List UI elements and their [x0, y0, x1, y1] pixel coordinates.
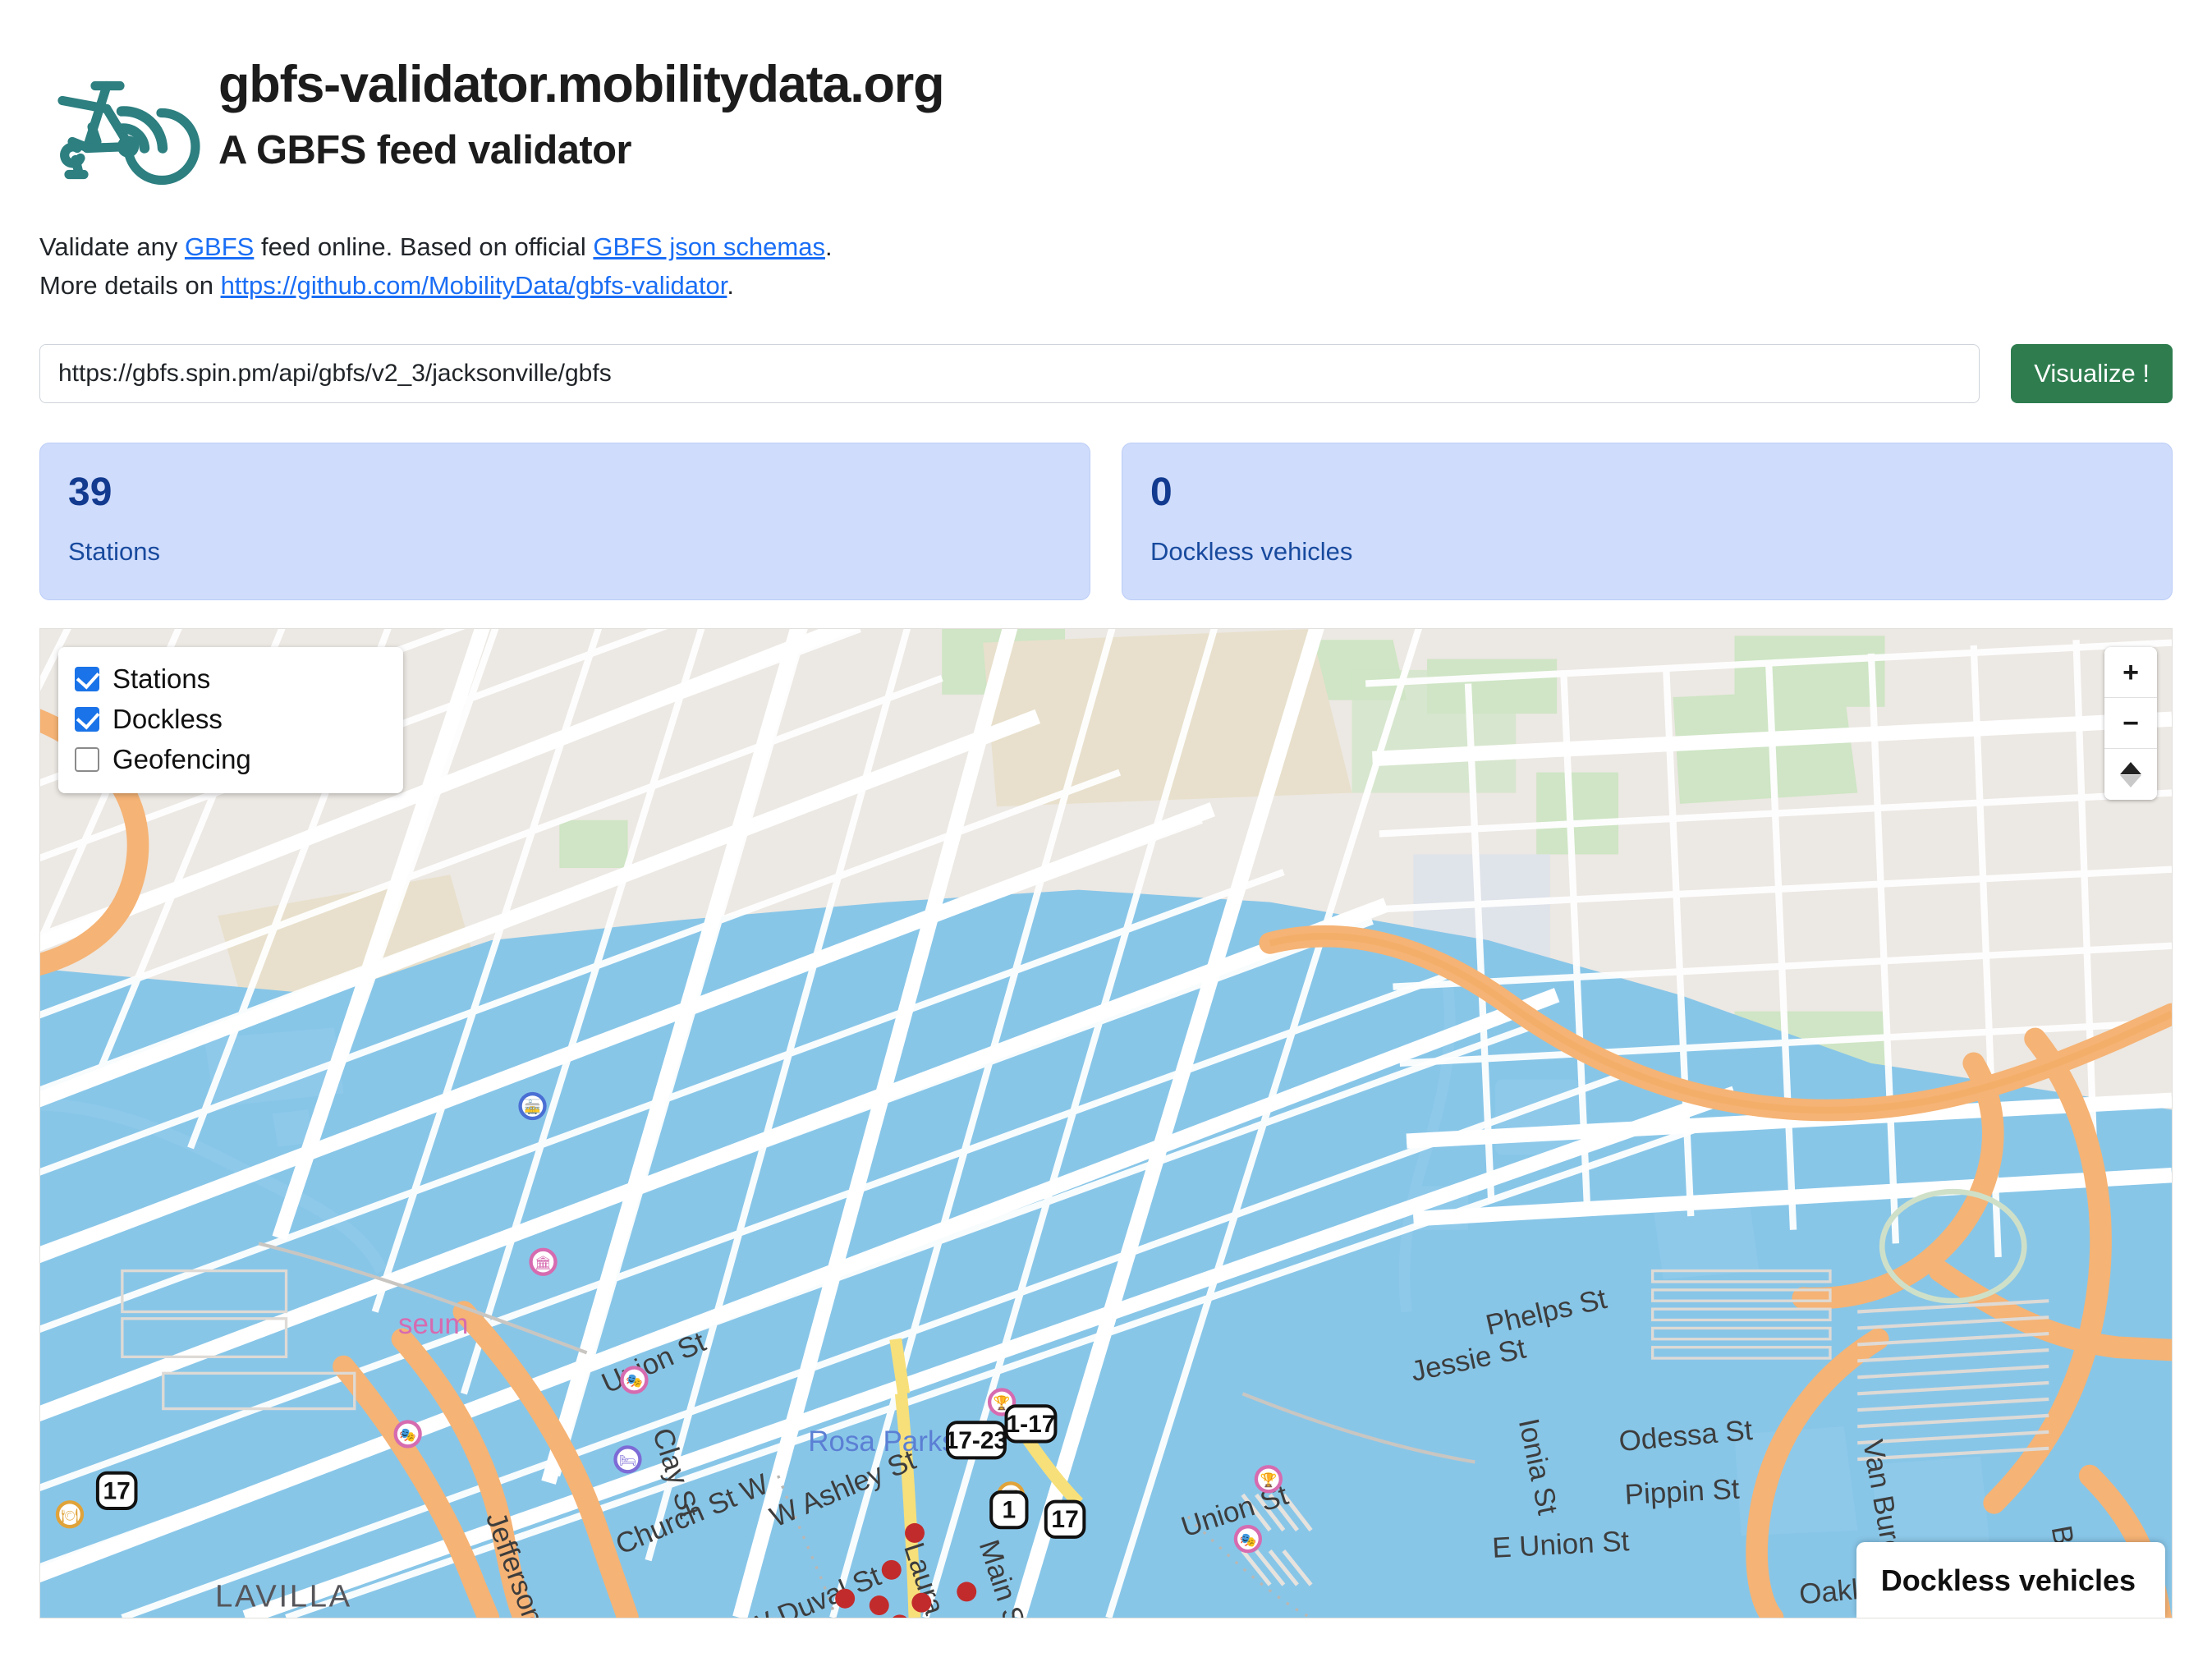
- street-label: W Duval St: [741, 1560, 885, 1618]
- legend-item-dockless[interactable]: Dockless: [75, 704, 382, 735]
- street-label: Union St: [597, 1326, 711, 1400]
- stations-label: Stations: [68, 537, 161, 567]
- poi-label: Rosa Parks: [808, 1426, 957, 1458]
- street-label: Jessie St: [1408, 1333, 1529, 1389]
- github-link[interactable]: https://github.com/MobilityData/gbfs-val…: [221, 271, 727, 300]
- dockless-label: Dockless vehicles: [1150, 537, 1353, 567]
- svg-text:1: 1: [1003, 1497, 1017, 1524]
- gbfs-json-schemas-link[interactable]: GBFS json schemas: [593, 232, 825, 261]
- street-label: Laura St N: [897, 1539, 971, 1618]
- station-marker[interactable]: [890, 1614, 910, 1618]
- poi-pin-icon: 🍽: [55, 1500, 85, 1529]
- street-label: Jefferson St: [480, 1508, 562, 1618]
- page-subtitle: A GBFS feed validator: [218, 128, 632, 173]
- street-label: Phelps St: [1483, 1283, 1610, 1342]
- zoom-in-button[interactable]: +: [2104, 647, 2157, 699]
- poi-pin-icon: 🚋: [518, 1092, 547, 1121]
- plus-icon: +: [2123, 657, 2139, 689]
- intro-text: Validate any GBFS feed online. Based on …: [39, 227, 2173, 305]
- map-container[interactable]: Union St Clay St Jefferson St Church St WW …: [39, 628, 2173, 1619]
- visualize-button[interactable]: Visualize !: [2011, 344, 2173, 404]
- svg-text:🏆: 🏆: [1260, 1471, 1277, 1488]
- svg-text:🎭: 🎭: [626, 1373, 643, 1389]
- intro-text-a: Validate any: [39, 232, 185, 261]
- minus-icon: −: [2123, 708, 2139, 740]
- station-marker[interactable]: [869, 1595, 889, 1616]
- legend-item-geofencing[interactable]: Geofencing: [75, 744, 382, 775]
- svg-text:🛏: 🛏: [619, 1453, 636, 1468]
- geofencing-checkbox[interactable]: [75, 747, 99, 773]
- svg-text:🎭: 🎭: [399, 1427, 416, 1443]
- highway-shield: 17: [95, 1471, 138, 1511]
- legend-item-stations[interactable]: Stations: [75, 663, 382, 695]
- feed-url-row: Visualize !: [39, 344, 2173, 404]
- map-layer-legend[interactable]: Stations Dockless Geofencing: [58, 647, 403, 794]
- poi-pin-icon: 🛏: [613, 1445, 642, 1474]
- svg-text:17: 17: [103, 1478, 131, 1505]
- intro-text-b: feed online. Based on official: [254, 232, 594, 261]
- page-title: gbfs-validator.mobilitydata.org: [218, 55, 945, 113]
- poi-label: LAVILLA: [215, 1579, 352, 1614]
- feed-url-input[interactable]: [39, 344, 1980, 404]
- street-label: Odessa St: [1618, 1414, 1754, 1458]
- poi-pin-icon: 🏛: [529, 1247, 558, 1277]
- zoom-out-button[interactable]: −: [2104, 698, 2157, 750]
- gbfs-link[interactable]: GBFS: [185, 232, 254, 261]
- poi-pin-icon: 🎭: [620, 1366, 649, 1394]
- svg-text:🍽: 🍽: [61, 1508, 78, 1523]
- svg-text:1-17: 1-17: [1007, 1411, 1056, 1438]
- station-marker[interactable]: [835, 1588, 856, 1609]
- intro-text-e: .: [727, 271, 735, 301]
- poi-pin-icon: 🎭: [393, 1420, 422, 1449]
- svg-text:17-23: 17-23: [945, 1427, 1008, 1454]
- svg-text:🏛: 🏛: [535, 1256, 552, 1271]
- stations-checkbox[interactable]: [75, 667, 99, 692]
- stats-cards: 39 Stations 0 Dockless vehicles: [39, 443, 2173, 601]
- svg-text:🎭: 🎭: [1240, 1532, 1257, 1548]
- station-marker[interactable]: [911, 1592, 932, 1613]
- street-label: E Union St: [1491, 1525, 1630, 1564]
- highway-shield: 1-17: [1004, 1404, 1058, 1444]
- dockless-count: 0: [1150, 471, 1173, 515]
- dockless-checkbox[interactable]: [75, 707, 99, 732]
- legend-label-stations: Stations: [112, 663, 211, 695]
- poi-pin-icon: 🏆: [1254, 1465, 1283, 1494]
- intro-text-d: More details on: [39, 271, 221, 301]
- street-label: Ionia St: [1512, 1416, 1564, 1517]
- brand-text: gbfs-validator.mobilitydata.org A GBFS f…: [204, 55, 945, 177]
- highway-shield: 17: [1044, 1499, 1086, 1540]
- compass-pitch-button[interactable]: [2104, 749, 2157, 801]
- compass-icon: [2104, 761, 2157, 787]
- map-zoom-controls[interactable]: + −: [2104, 647, 2157, 801]
- highway-shield: 17-23: [945, 1421, 1008, 1460]
- dockless-vehicles-popup[interactable]: Dockless vehicles: [1856, 1542, 2165, 1618]
- station-marker[interactable]: [957, 1582, 977, 1602]
- intro-line-2: More details on https://github.com/Mobil…: [39, 266, 2173, 305]
- legend-label-geofencing: Geofencing: [112, 744, 251, 775]
- stations-count: 39: [68, 471, 112, 515]
- intro-text-c: .: [824, 232, 833, 261]
- brand-header: gbfs-validator.mobilitydata.org A GBFS f…: [39, 0, 2173, 200]
- legend-label-dockless: Dockless: [112, 704, 223, 735]
- stat-card-stations: 39 Stations: [39, 443, 1090, 601]
- bicycle-wifi-logo: [57, 80, 200, 186]
- intro-line-1: Validate any GBFS feed online. Based on …: [39, 227, 2173, 266]
- page-root: gbfs-validator.mobilitydata.org A GBFS f…: [0, 0, 2212, 1619]
- svg-text:17: 17: [1051, 1506, 1078, 1533]
- stat-card-dockless: 0 Dockless vehicles: [1122, 443, 2173, 601]
- svg-text:🚋: 🚋: [524, 1099, 541, 1115]
- highway-shield: 1: [989, 1490, 1029, 1530]
- poi-label: seum: [398, 1308, 468, 1340]
- station-marker[interactable]: [905, 1523, 925, 1544]
- street-label: Main St: [973, 1536, 1034, 1618]
- station-marker[interactable]: [881, 1560, 902, 1580]
- street-label: Pippin St: [1624, 1473, 1741, 1511]
- poi-pin-icon: 🎭: [1233, 1525, 1263, 1554]
